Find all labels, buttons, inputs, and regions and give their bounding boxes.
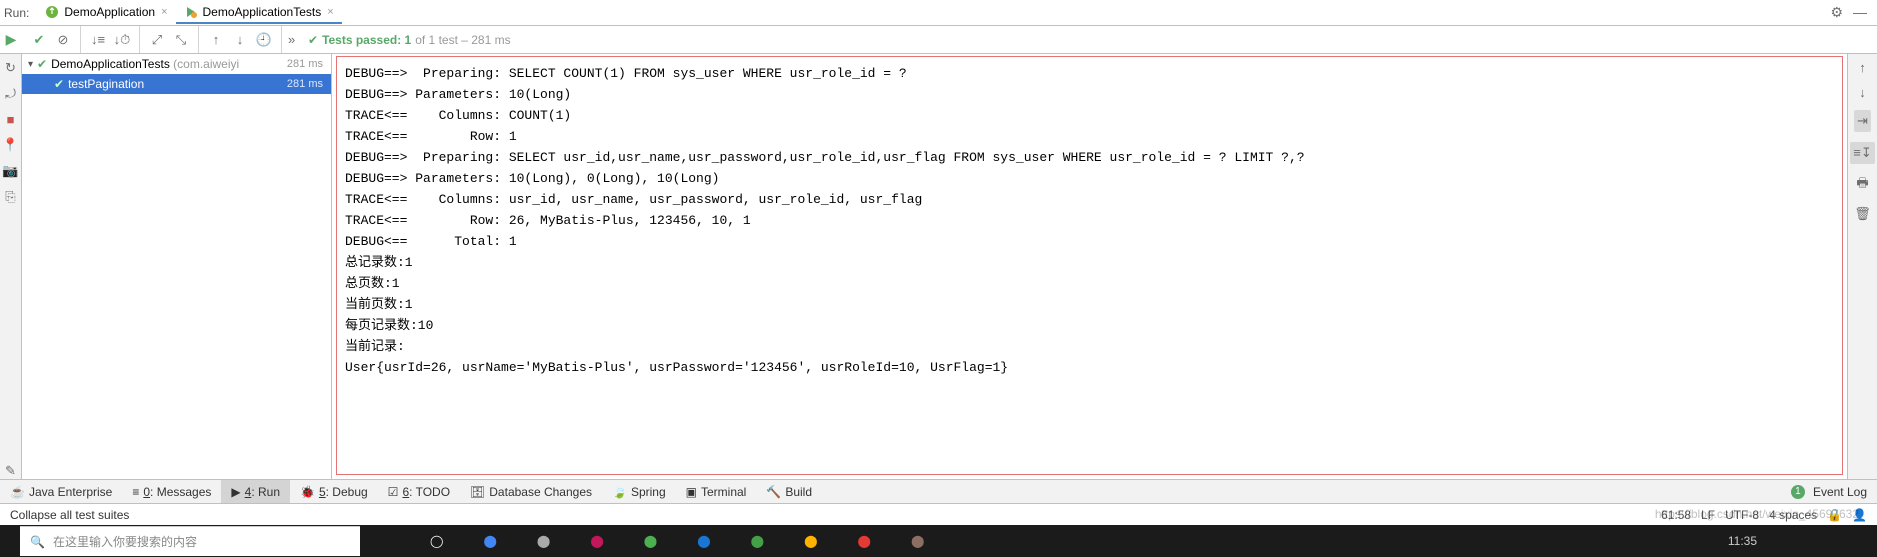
expand-all-icon[interactable]: ⤢ xyxy=(148,32,166,48)
scroll-end-icon[interactable]: ≡↧ xyxy=(1850,142,1874,164)
minimize-icon[interactable]: — xyxy=(1853,4,1867,21)
taskbar-app-icon[interactable]: ⬤ xyxy=(697,534,710,548)
terminal-icon: ▣ xyxy=(686,485,697,499)
taskbar-search[interactable]: 🔍 在这里输入你要搜索的内容 xyxy=(20,526,360,556)
collapse-all-icon[interactable]: ⤡ xyxy=(172,32,190,48)
todo-icon: ☑ xyxy=(388,485,399,499)
check-icon: ✔ xyxy=(37,57,47,71)
event-log-button[interactable]: 1 Event Log xyxy=(1781,480,1877,503)
tool-window-spring[interactable]: 🍃Spring xyxy=(602,480,676,503)
prev-failed-icon[interactable]: ↑ xyxy=(207,32,225,47)
taskbar-app-icon[interactable]: ⬤ xyxy=(644,534,657,548)
run-icon: ▶ xyxy=(231,485,240,499)
taskbar-app-icon[interactable]: ⬤ xyxy=(537,534,550,548)
sort-duration-icon[interactable]: ↓⏱ xyxy=(113,32,131,48)
more-icon[interactable]: » xyxy=(282,32,300,47)
chevron-down-icon[interactable]: ▾ xyxy=(28,59,33,70)
messages-icon: ≡ xyxy=(132,485,139,499)
tree-child-row[interactable]: ✔ testPagination 281 ms xyxy=(22,74,331,94)
tab-demo-application-tests[interactable]: DemoApplicationTests × xyxy=(176,2,342,24)
gear-icon[interactable]: ⚙ xyxy=(1830,4,1843,21)
tool-window-java-enterprise[interactable]: ☕Java Enterprise xyxy=(0,480,122,503)
spring-boot-icon xyxy=(45,5,59,19)
check-icon: ✔ xyxy=(54,77,64,91)
tool-window-messages[interactable]: ≡0: Messages xyxy=(122,480,221,503)
taskbar-app-icon[interactable]: ⬤ xyxy=(590,534,603,548)
dump-icon[interactable]: ⎘ xyxy=(5,189,15,205)
wand-icon[interactable]: ✎ xyxy=(5,463,16,479)
camera-icon[interactable]: 📷 xyxy=(2,163,18,179)
tool-window-debug[interactable]: 🐞5: Debug xyxy=(290,480,378,503)
history-icon[interactable]: 🕘 xyxy=(255,32,273,48)
tests-passed-count: Tests passed: 1 xyxy=(322,33,411,47)
trash-icon[interactable]: 🗑 xyxy=(1854,206,1871,222)
tree-root-label: DemoApplicationTests (com.aiweiyi xyxy=(51,57,287,71)
status-bar: Collapse all test suites 61:58 LF UTF-8 … xyxy=(0,503,1877,525)
tab-demo-application[interactable]: DemoApplication × xyxy=(37,2,175,24)
run-label: Run: xyxy=(4,6,29,20)
console-output[interactable]: DEBUG==> Preparing: SELECT COUNT(1) FROM… xyxy=(336,56,1843,475)
tool-window-database-changes[interactable]: 🗄Database Changes xyxy=(460,480,602,503)
test-tree-panel: ▾ ✔ DemoApplicationTests (com.aiweiyi 28… xyxy=(22,54,332,479)
left-tool-gutter: ↻ ⤾ ■ 📍 📷 ⎘ ✎ xyxy=(0,54,22,479)
check-icon: ✔ xyxy=(308,33,318,47)
tool-window-terminal[interactable]: ▣Terminal xyxy=(676,480,757,503)
taskbar-app-icon[interactable]: ◯ xyxy=(430,534,443,548)
print-icon[interactable]: 🖶 xyxy=(1856,174,1868,196)
tool-window-build[interactable]: 🔨Build xyxy=(756,480,822,503)
console-panel: DEBUG==> Preparing: SELECT COUNT(1) FROM… xyxy=(332,54,1877,479)
debug-icon: 🐞 xyxy=(300,485,315,499)
run-tabs-row: Run: DemoApplication × DemoApplicationTe… xyxy=(0,0,1877,26)
tool-window-bar: ☕Java Enterprise≡0: Messages▶4: Run🐞5: D… xyxy=(0,479,1877,503)
taskbar-app-icon[interactable]: ⬤ xyxy=(483,534,496,548)
next-failed-icon[interactable]: ↓ xyxy=(231,32,249,47)
stop-icon[interactable]: ■ xyxy=(7,112,15,127)
status-hint: Collapse all test suites xyxy=(10,508,1661,522)
java-enterprise-icon: ☕ xyxy=(10,485,25,499)
tree-child-time: 281 ms xyxy=(287,78,327,90)
rerun-icon[interactable]: ↻ xyxy=(5,60,16,76)
taskbar-app-icon[interactable]: ⬤ xyxy=(804,534,817,548)
pin-icon[interactable]: 📍 xyxy=(2,137,18,153)
close-icon[interactable]: × xyxy=(161,6,167,18)
build-icon: 🔨 xyxy=(766,485,781,499)
taskbar-app-icon[interactable]: ⬤ xyxy=(751,534,764,548)
test-toolbar: ▶ ✔ ⊘ ↓≡ ↓⏱ ⤢ ⤡ ↑ ↓ 🕘 » ✔ Tests passed: … xyxy=(0,26,1877,54)
down-icon[interactable]: ↓ xyxy=(1859,85,1866,100)
spring-icon: 🍃 xyxy=(612,485,627,499)
soft-wrap-icon[interactable]: ⇥ xyxy=(1854,110,1871,132)
taskbar-time: 11:35 xyxy=(1728,534,1877,548)
tool-window-todo[interactable]: ☑6: TODO xyxy=(378,480,460,503)
main-content: ↻ ⤾ ■ 📍 📷 ⎘ ✎ ▾ ✔ DemoApplicationTests (… xyxy=(0,54,1877,479)
tab-label: DemoApplicationTests xyxy=(203,5,322,19)
tree-root-time: 281 ms xyxy=(287,58,327,70)
event-count-badge: 1 xyxy=(1791,485,1805,499)
toggle-auto-icon[interactable]: ⤾ xyxy=(5,86,16,102)
taskbar-app-icon[interactable]: ⬤ xyxy=(911,534,924,548)
watermark-text: https://blog.csdn.net/weixin_45697632 xyxy=(1655,507,1859,521)
tests-total-count: of 1 test – 281 ms xyxy=(415,33,510,47)
show-ignored-icon[interactable]: ⊘ xyxy=(54,32,72,48)
show-passed-icon[interactable]: ✔ xyxy=(30,32,48,48)
sort-alpha-icon[interactable]: ↓≡ xyxy=(89,32,107,47)
taskbar-search-placeholder: 在这里输入你要搜索的内容 xyxy=(53,533,197,550)
database-changes-icon: 🗄 xyxy=(470,485,485,499)
test-status-text: ✔ Tests passed: 1 of 1 test – 281 ms xyxy=(308,33,511,47)
close-icon[interactable]: × xyxy=(327,6,333,18)
run-icon[interactable]: ▶ xyxy=(6,31,17,48)
taskbar-app-icon[interactable]: ⬤ xyxy=(858,534,871,548)
tab-label: DemoApplication xyxy=(64,5,155,19)
test-run-icon xyxy=(184,5,198,19)
tree-root-row[interactable]: ▾ ✔ DemoApplicationTests (com.aiweiyi 28… xyxy=(22,54,331,74)
search-icon: 🔍 xyxy=(30,535,45,549)
tool-window-run[interactable]: ▶4: Run xyxy=(221,480,290,503)
tree-child-label: testPagination xyxy=(68,77,287,91)
up-icon[interactable]: ↑ xyxy=(1859,60,1866,75)
right-tool-gutter: ↑ ↓ ⇥ ≡↧ 🖶 🗑 xyxy=(1847,54,1877,479)
